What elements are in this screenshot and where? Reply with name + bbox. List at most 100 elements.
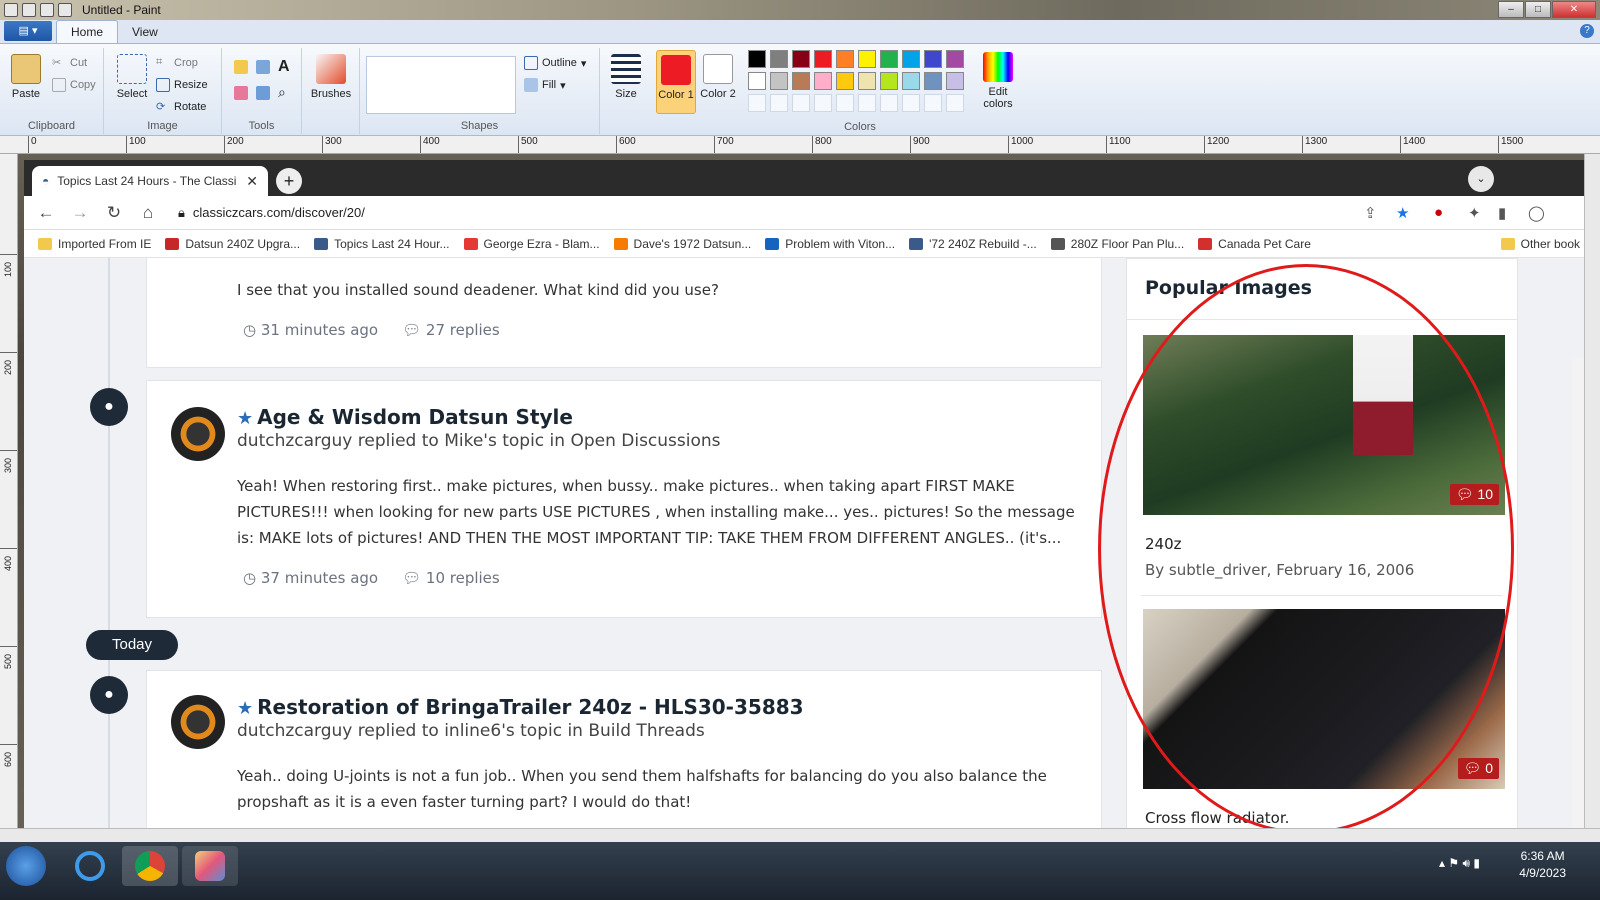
new-tab-button[interactable]: + xyxy=(276,168,302,194)
tab-view[interactable]: View xyxy=(118,21,172,43)
system-tray-icons[interactable]: ▴ ⚑ 🔊︎ ▮ xyxy=(1439,856,1480,871)
cut-button[interactable]: ✂ Cut xyxy=(52,56,87,70)
outline-button[interactable]: Outline ▾ xyxy=(524,56,586,70)
color-swatch[interactable] xyxy=(792,50,810,68)
help-icon[interactable]: ? xyxy=(1580,24,1594,38)
close-tab-icon[interactable]: ✕ xyxy=(246,173,258,190)
canvas-vertical-scrollbar[interactable] xyxy=(1584,154,1600,828)
pencil-icon[interactable] xyxy=(234,60,248,74)
color-swatch[interactable] xyxy=(902,72,920,90)
topic-title[interactable]: ★ Age & Wisdom Datsun Style xyxy=(237,405,573,429)
bookmark-item[interactable]: Topics Last 24 Hour... xyxy=(314,237,450,251)
minimize-button[interactable]: – xyxy=(1498,1,1524,18)
bookmark-item[interactable]: Problem with Viton... xyxy=(765,237,895,251)
save-icon[interactable] xyxy=(22,3,36,17)
color-swatch[interactable] xyxy=(770,50,788,68)
close-button[interactable]: ✕ xyxy=(1552,1,1596,18)
fill-bucket-icon[interactable] xyxy=(256,60,270,74)
bookmark-item[interactable]: 280Z Floor Pan Plu... xyxy=(1050,237,1184,251)
home-icon[interactable]: ⌂ xyxy=(136,203,160,223)
color-swatch[interactable] xyxy=(880,50,898,68)
color-swatch[interactable] xyxy=(902,94,920,112)
color-swatch[interactable] xyxy=(836,50,854,68)
redo-icon[interactable] xyxy=(58,3,72,17)
topic-title[interactable]: ★ Restoration of BringaTrailer 240z - HLS… xyxy=(237,695,804,719)
page-scrollbar[interactable] xyxy=(1572,358,1584,838)
tab-home[interactable]: Home xyxy=(56,20,119,43)
select-button[interactable]: Select xyxy=(112,54,152,100)
edit-colors-button[interactable]: Edit colors xyxy=(976,52,1020,110)
color-swatch[interactable] xyxy=(836,72,854,90)
chrome-icon[interactable] xyxy=(122,846,178,886)
undo-icon[interactable] xyxy=(40,3,54,17)
taskbar-clock[interactable]: 6:36 AM 4/9/2023 xyxy=(1519,848,1566,882)
color-swatch[interactable] xyxy=(880,94,898,112)
color-swatch[interactable] xyxy=(814,94,832,112)
color-swatch[interactable] xyxy=(792,94,810,112)
fill-button[interactable]: Fill ▾ xyxy=(524,78,566,92)
color-swatch[interactable] xyxy=(924,50,942,68)
brushes-button[interactable]: Brushes xyxy=(308,54,354,100)
copy-button[interactable]: Copy xyxy=(52,78,96,92)
internet-explorer-icon[interactable] xyxy=(62,846,118,886)
magnifier-icon[interactable]: ⌕ xyxy=(278,84,286,101)
extensions-icon[interactable]: ✦ xyxy=(1468,204,1481,222)
size-button[interactable]: Size xyxy=(606,54,646,100)
color-swatch[interactable] xyxy=(836,94,854,112)
start-button[interactable] xyxy=(6,846,46,886)
color-swatch[interactable] xyxy=(770,94,788,112)
browser-tab[interactable]: ◓ Topics Last 24 Hours - The Classi ✕ xyxy=(32,166,268,196)
avatar[interactable] xyxy=(171,407,225,461)
color-swatch[interactable] xyxy=(814,72,832,90)
bookmark-item[interactable]: Canada Pet Care xyxy=(1198,237,1311,251)
url-field[interactable]: 🔒︎ classiczcars.com/discover/20/ xyxy=(178,205,365,221)
bookmark-item[interactable]: Datsun 240Z Upgra... xyxy=(165,237,300,251)
back-icon[interactable]: ← xyxy=(34,203,58,223)
color-swatch[interactable] xyxy=(792,72,810,90)
color-picker-icon[interactable] xyxy=(256,86,270,100)
resize-button[interactable]: Resize xyxy=(156,78,208,92)
shapes-gallery[interactable] xyxy=(366,56,516,114)
color-swatch[interactable] xyxy=(748,72,766,90)
color-swatch[interactable] xyxy=(858,94,876,112)
tab-search-icon[interactable]: ⌄ xyxy=(1468,166,1494,192)
eraser-icon[interactable] xyxy=(234,86,248,100)
paste-button[interactable]: Paste xyxy=(8,54,44,100)
color-swatch[interactable] xyxy=(946,50,964,68)
color-swatch[interactable] xyxy=(924,72,942,90)
color-swatch[interactable] xyxy=(770,72,788,90)
share-icon[interactable]: ⇪ xyxy=(1364,204,1377,222)
bookmark-item[interactable]: '72 240Z Rebuild -... xyxy=(909,237,1037,251)
color-swatch[interactable] xyxy=(858,72,876,90)
color-swatch[interactable] xyxy=(924,94,942,112)
side-panel-icon[interactable]: ▮ xyxy=(1498,204,1506,222)
bookmark-item[interactable]: George Ezra - Blam... xyxy=(463,237,600,251)
crop-button[interactable]: ⌗ Crop xyxy=(156,56,198,70)
color-swatch[interactable] xyxy=(748,94,766,112)
paint-taskbar-icon[interactable] xyxy=(182,846,238,886)
color-swatch[interactable] xyxy=(814,50,832,68)
reload-icon[interactable]: ↻ xyxy=(102,203,126,223)
rotate-button[interactable]: ⟳ Rotate xyxy=(156,100,206,114)
canvas-horizontal-scrollbar[interactable] xyxy=(0,828,1600,842)
maximize-button[interactable]: □ xyxy=(1525,1,1551,18)
paint-app-icon[interactable] xyxy=(4,3,18,17)
activity-replies[interactable]: 💬︎ 27 replies xyxy=(402,321,500,339)
paint-menu-button[interactable]: ▤ ▾ xyxy=(4,21,52,41)
color-swatch[interactable] xyxy=(748,50,766,68)
color2-button[interactable]: Color 2 xyxy=(698,50,738,100)
text-tool-icon[interactable]: A xyxy=(278,58,290,76)
avatar[interactable] xyxy=(171,695,225,749)
bookmark-item[interactable]: Other book xyxy=(1500,237,1580,251)
color-swatch[interactable] xyxy=(946,94,964,112)
color-swatch[interactable] xyxy=(946,72,964,90)
activity-replies[interactable]: 💬︎ 10 replies xyxy=(402,569,500,587)
profile-icon[interactable]: ◯ xyxy=(1528,204,1545,222)
bookmark-item[interactable]: Imported From IE xyxy=(38,237,151,251)
forward-icon[interactable]: → xyxy=(68,203,92,223)
color-swatch[interactable] xyxy=(880,72,898,90)
color-swatch[interactable] xyxy=(902,50,920,68)
bookmark-item[interactable]: Dave's 1972 Datsun... xyxy=(613,237,751,251)
color1-button[interactable]: Color 1 xyxy=(656,50,696,114)
color-swatch[interactable] xyxy=(858,50,876,68)
